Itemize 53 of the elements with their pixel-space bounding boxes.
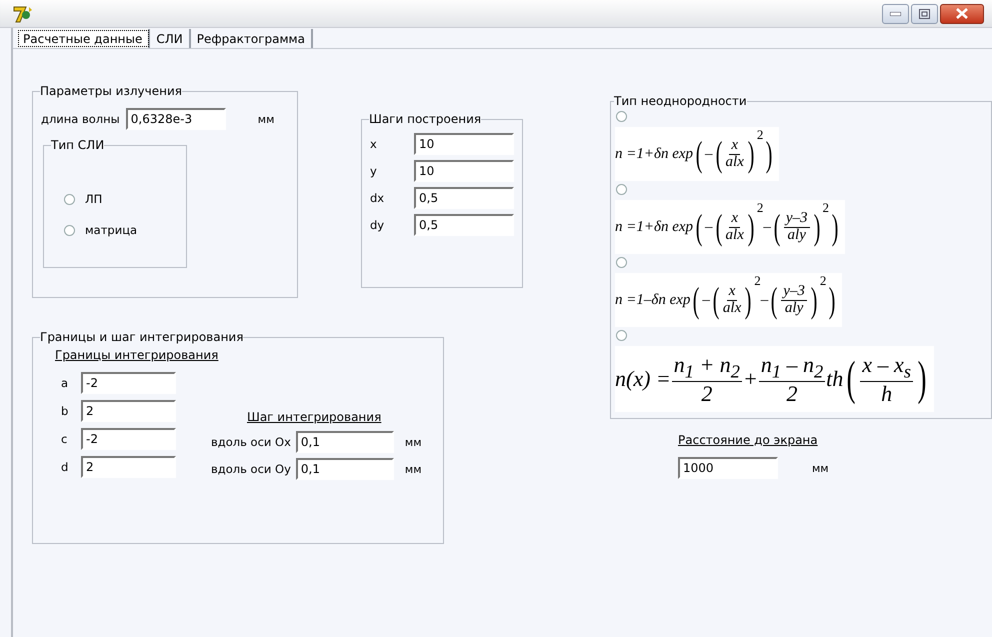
section-title: Границы интегрирования (55, 348, 218, 362)
field-label: x (370, 137, 378, 151)
minimize-icon (890, 12, 901, 16)
input-field[interactable]: 10 (414, 160, 514, 182)
field-label: длина волны (41, 112, 120, 126)
input-field[interactable]: 0,6328e-3 (126, 108, 226, 130)
field-label: a (61, 376, 70, 390)
input-field[interactable]: 10 (414, 133, 514, 155)
input-field[interactable]: 0,1 (296, 458, 394, 480)
close-icon (956, 8, 968, 19)
group-title: Границы и шаг интегрирования (40, 330, 244, 344)
group-title: Параметры излучения (40, 84, 182, 98)
field-label: вдоль оси Ox (211, 435, 291, 449)
input-field[interactable]: -2 (81, 372, 176, 394)
input-field[interactable]: 2 (81, 456, 176, 478)
field-label: b (61, 404, 70, 418)
radio-label[interactable]: ЛП (85, 192, 102, 206)
maximize-button[interactable] (911, 4, 938, 24)
unit-label: мм (404, 462, 422, 476)
group-title: Тип неоднородности (614, 94, 747, 108)
tab[interactable]: СЛИ (150, 29, 191, 48)
radio-label[interactable]: матрица (85, 223, 138, 237)
radio-button[interactable] (616, 330, 627, 341)
field-label: dy (370, 218, 386, 232)
input-field[interactable]: 0,1 (296, 431, 394, 453)
radio-button[interactable] (616, 257, 627, 268)
unit-label: мм (812, 462, 829, 474)
field-label: c (61, 432, 68, 446)
field-label: dx (370, 191, 386, 205)
input-field[interactable]: 1000 (678, 457, 778, 479)
group-title: Тип СЛИ (51, 138, 104, 152)
input-field[interactable]: 2 (81, 400, 176, 422)
maximize-icon (919, 8, 930, 18)
close-button[interactable] (940, 4, 984, 24)
field-label: d (61, 460, 70, 474)
group-title: Шаги построения (369, 112, 482, 126)
app-icon (12, 4, 34, 22)
field-label: вдоль оси Oy (211, 462, 291, 476)
radio-button[interactable] (64, 224, 75, 236)
radio-button[interactable] (64, 194, 75, 204)
minimize-button[interactable] (882, 4, 909, 24)
tab[interactable]: Рефрактограмма (190, 29, 313, 48)
radio-button[interactable] (616, 184, 627, 195)
section-title: Шаг интегрирования (247, 410, 382, 424)
tab[interactable]: Расчетные данные (17, 29, 150, 48)
radio-button[interactable] (616, 111, 627, 122)
input-field[interactable]: 0,5 (414, 187, 514, 209)
field-label: y (370, 164, 378, 178)
unit-label: мм (258, 112, 274, 126)
input-field[interactable]: -2 (81, 428, 176, 450)
field-label: Расстояние до экрана (678, 433, 819, 447)
input-field[interactable]: 0,5 (414, 214, 514, 236)
unit-label: мм (404, 436, 422, 448)
